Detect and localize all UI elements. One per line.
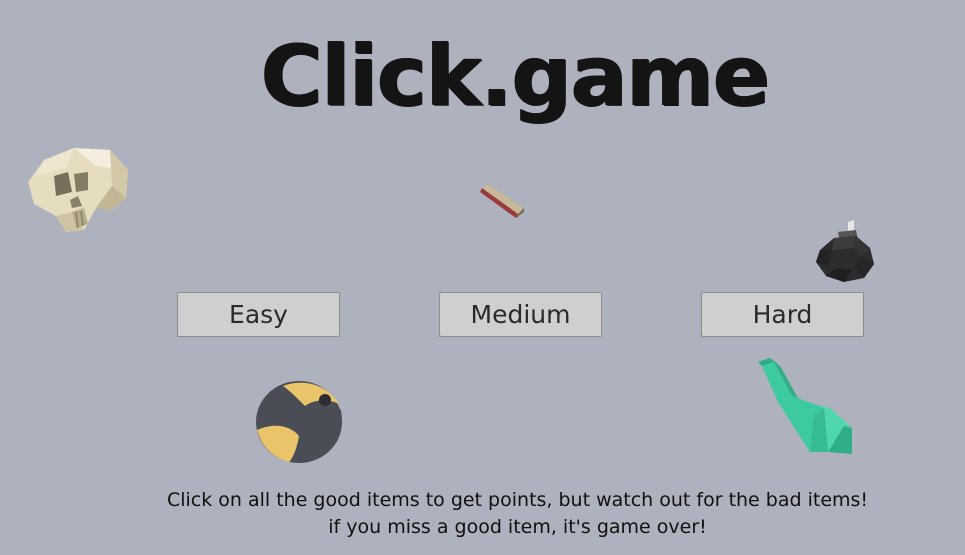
hard-button[interactable]: Hard (701, 292, 864, 337)
game-title: Click.game (260, 27, 770, 125)
plank-icon[interactable] (478, 182, 526, 220)
bomb-icon[interactable] (812, 218, 878, 286)
instructions-line-1: Click on all the good items to get point… (166, 489, 869, 511)
easy-button[interactable]: Easy (177, 292, 340, 337)
skull-icon[interactable] (26, 146, 132, 236)
instructions-line-2: if you miss a good item, it's game over! (328, 516, 707, 538)
ball-icon[interactable] (253, 378, 345, 466)
instructions: Click on all the good items to get point… (0, 487, 965, 541)
medium-button[interactable]: Medium (439, 292, 602, 337)
bottle-icon[interactable] (754, 356, 858, 460)
